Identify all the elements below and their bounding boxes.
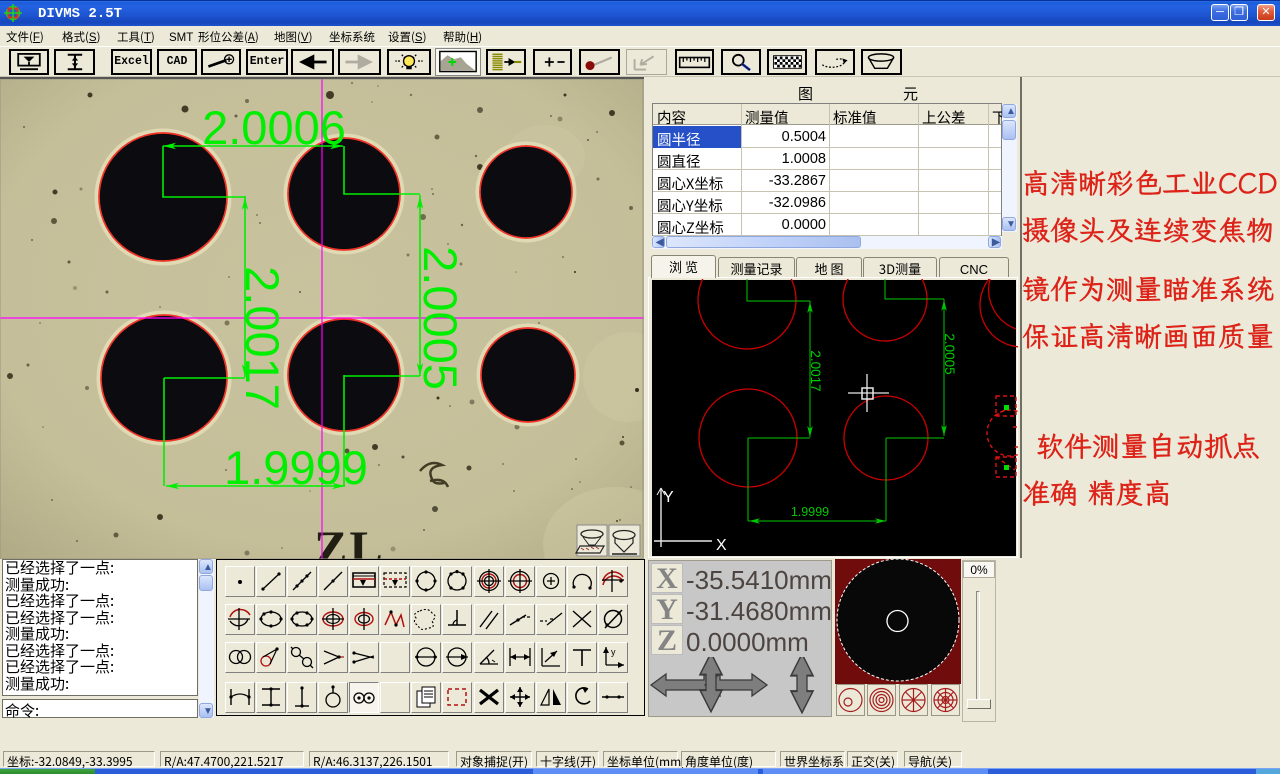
svg-text:2.0005: 2.0005 — [414, 246, 467, 390]
svg-text:2.0017: 2.0017 — [236, 266, 289, 410]
svg-text:X: X — [716, 537, 727, 554]
svg-text:ZL: ZL — [314, 520, 385, 559]
svg-text:1.9999: 1.9999 — [791, 505, 829, 519]
svg-text:2.0017: 2.0017 — [808, 350, 823, 391]
svg-text:Y: Y — [663, 489, 674, 506]
svg-text:2.0006: 2.0006 — [202, 101, 346, 154]
svg-text:1.9999: 1.9999 — [224, 441, 368, 494]
svg-text:2.0005: 2.0005 — [942, 333, 957, 374]
svg-text:y: y — [611, 647, 616, 657]
